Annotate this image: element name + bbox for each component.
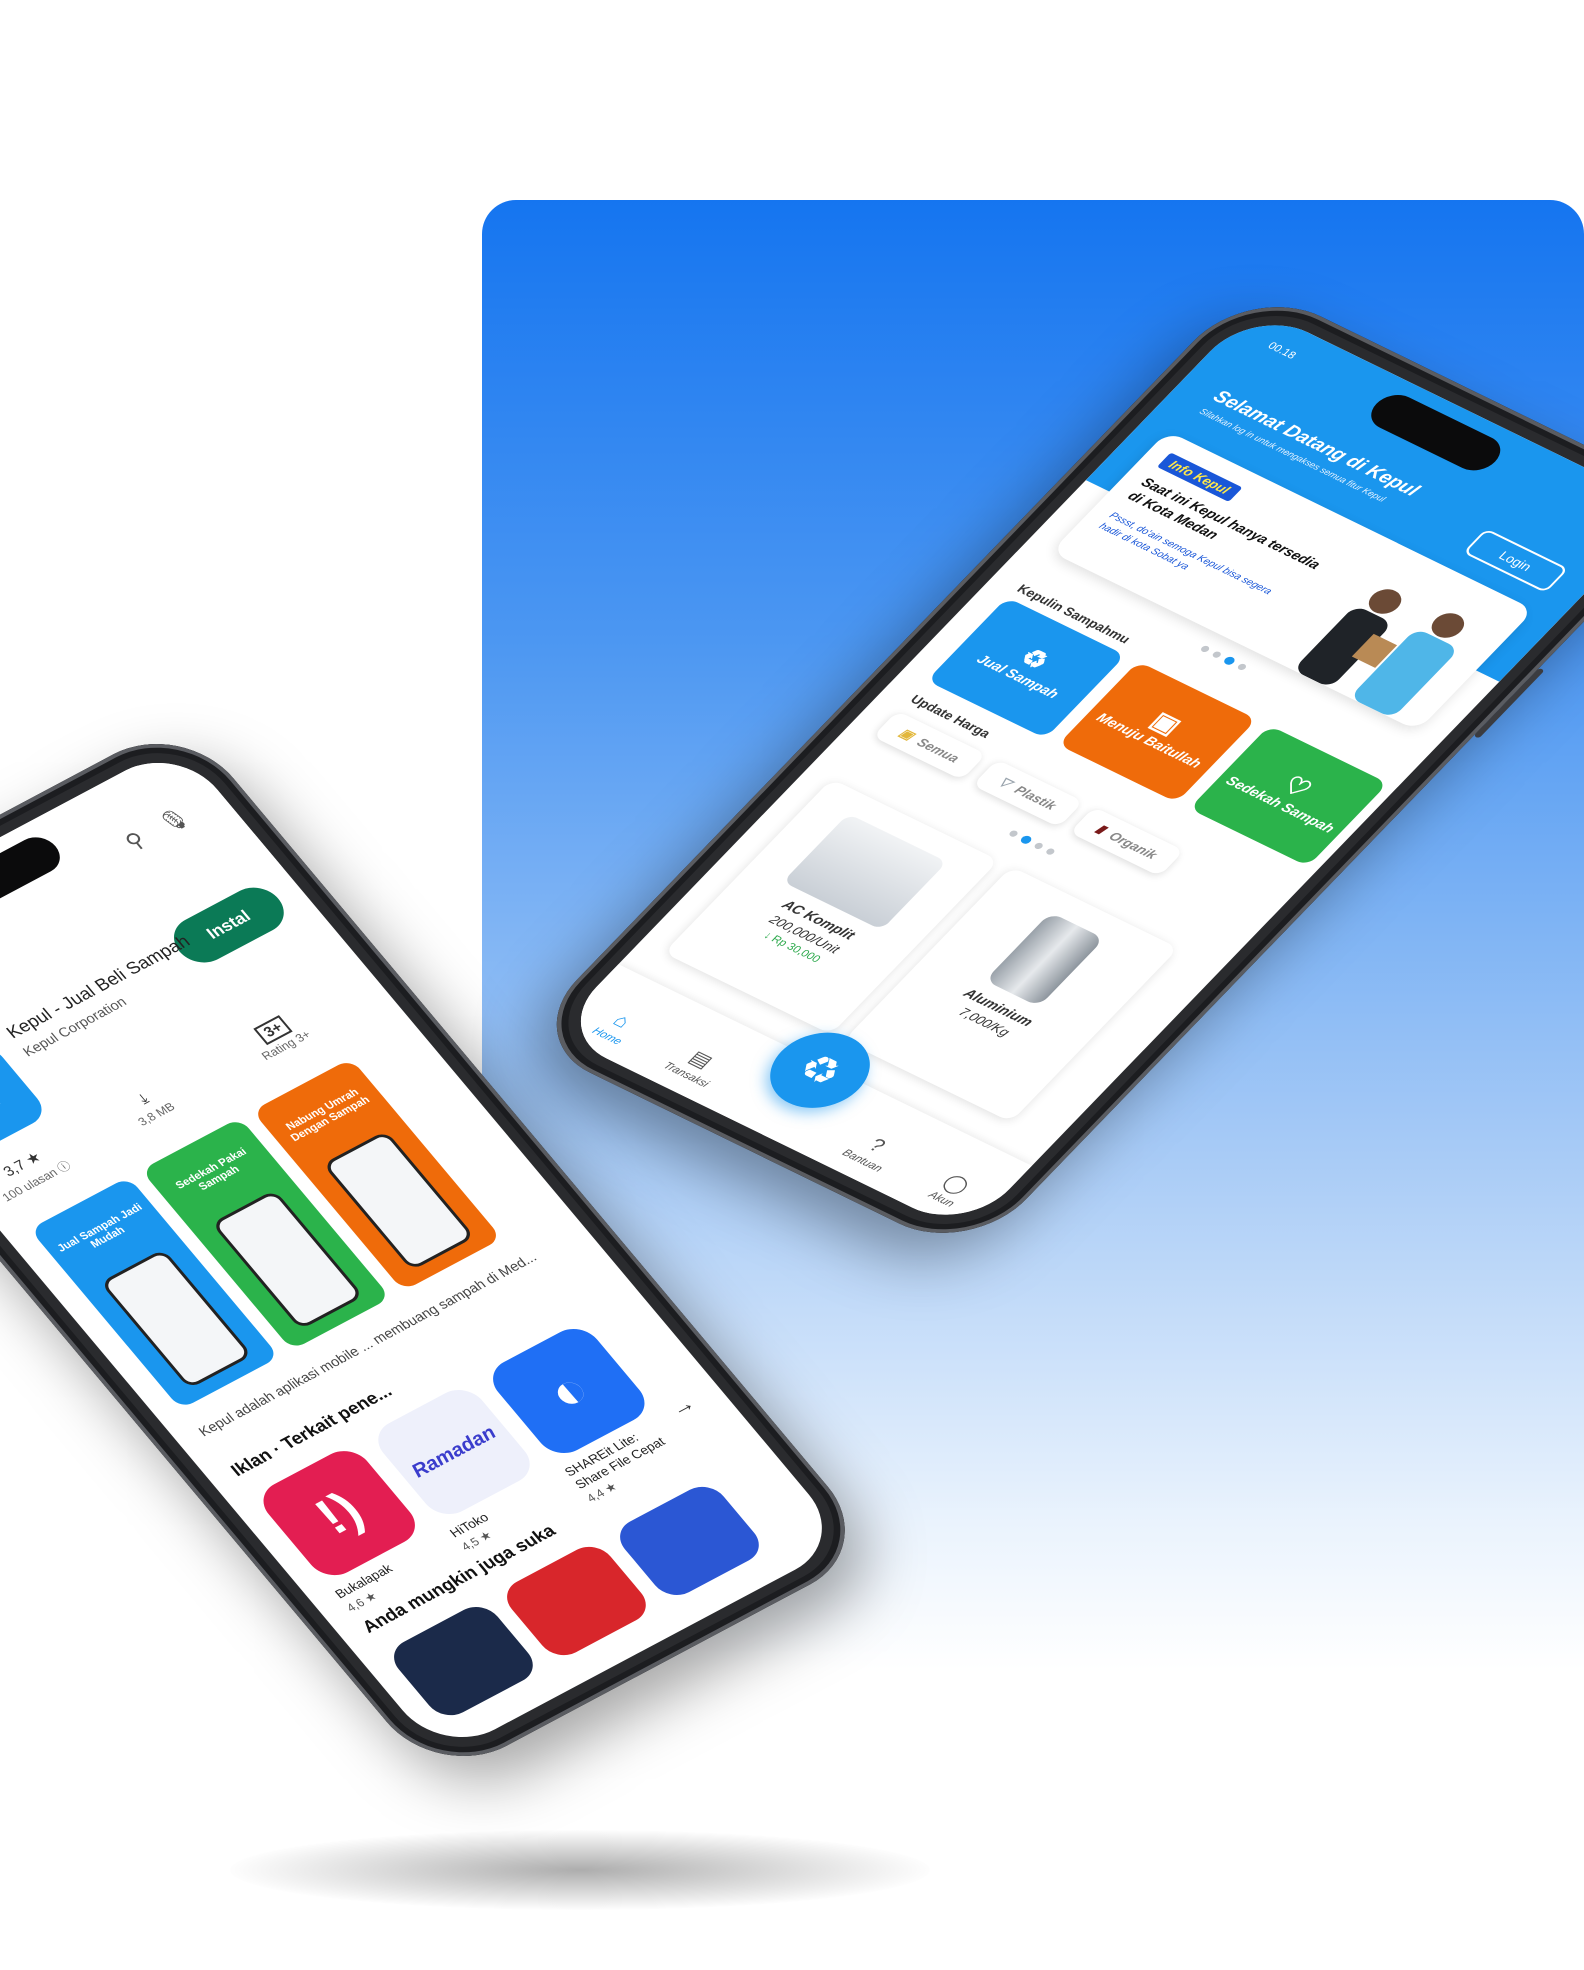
age-rating-stat: 3+ Rating 3+	[245, 1011, 314, 1063]
pagination-dot[interactable]	[1044, 847, 1057, 856]
nav-transaksi[interactable]: ▤ Transaksi	[650, 1035, 741, 1095]
download-icon: ⤓	[135, 1090, 153, 1108]
heart-hand-icon: ♡	[1275, 770, 1319, 804]
screenshot-carousel[interactable]: Jual Sampah Jadi Mudah Sedekah Pakai Sam…	[29, 1025, 566, 1410]
chip-label: Organik	[1106, 828, 1162, 862]
box-icon: ▣	[896, 725, 919, 743]
pagination-dot[interactable]	[1032, 841, 1045, 851]
screenshot-caption: Sedekah Pakai Sampah	[173, 1146, 250, 1194]
chips-pagination[interactable]	[1007, 829, 1057, 856]
kaaba-icon: ▣	[1144, 706, 1189, 740]
chip-plastik[interactable]: ▽ Plastik	[972, 759, 1084, 828]
card-label: Sedekah Sampah	[1222, 772, 1339, 836]
bottle-icon: ▮	[1092, 821, 1111, 836]
screenshot-caption: Jual Sampah Jadi Mudah	[55, 1201, 145, 1255]
chip-label: Plastik	[1011, 782, 1061, 813]
recycle-icon: ♻	[787, 1045, 853, 1095]
pagination-dot-active[interactable]	[1222, 655, 1237, 667]
size-stat: ⤓ 3,8 MB	[121, 1083, 178, 1129]
banner-pagination[interactable]	[1199, 644, 1248, 672]
kepul-app-logo: K	[0, 1041, 51, 1158]
phone-shadow	[230, 1830, 930, 1910]
aluminium-can-image	[984, 912, 1105, 1007]
recycle-icon: ♻	[1013, 642, 1057, 676]
screenshot-caption: Nabung Umrah Dengan Sampah	[283, 1086, 373, 1145]
pagination-dot[interactable]	[1199, 644, 1211, 654]
nav-home[interactable]: ⌂ Home	[571, 998, 661, 1057]
card-label: Menuju Baitullah	[1093, 709, 1206, 771]
nav-akun[interactable]: ◯ Akun	[905, 1159, 996, 1219]
pagination-dot[interactable]	[1211, 650, 1223, 659]
cup-icon: ▽	[995, 774, 1016, 790]
chip-label: Semua	[913, 734, 964, 765]
pagination-dot[interactable]	[1236, 662, 1248, 672]
pagination-dot-active[interactable]	[1018, 834, 1034, 846]
nav-bantuan[interactable]: ? Bantuan	[826, 1122, 916, 1181]
rating-stat: 3,7 ★ 100 ulasan ⓘ	[0, 1140, 75, 1205]
pagination-dot[interactable]	[1007, 829, 1020, 838]
chip-organik[interactable]: ▮ Organik	[1069, 806, 1185, 877]
size-value: 3,8 MB	[135, 1099, 178, 1129]
